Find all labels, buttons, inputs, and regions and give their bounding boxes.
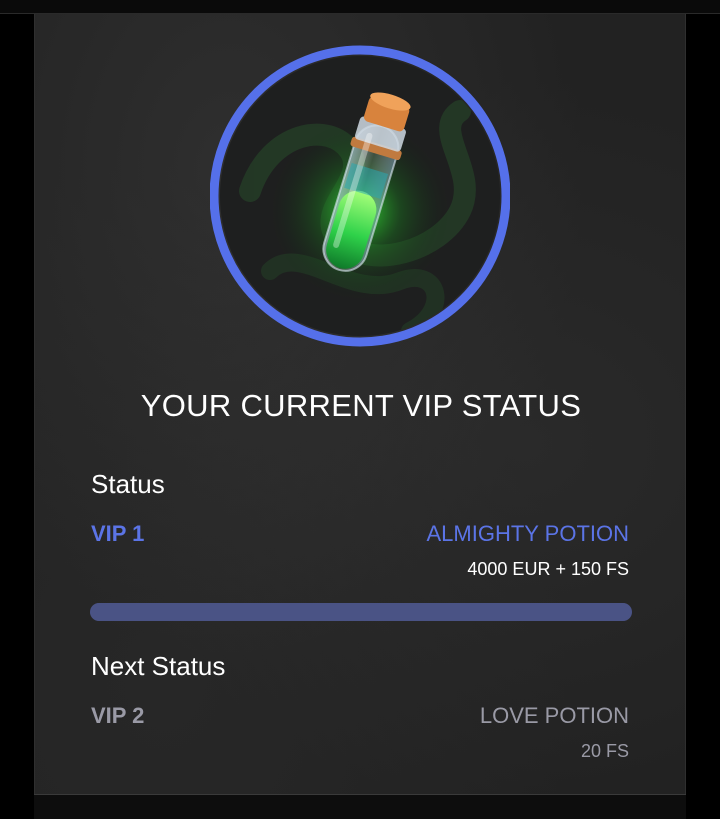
bottom-border-strip: [34, 795, 686, 819]
potion-bottle-icon: [210, 45, 510, 347]
top-border-strip: [0, 0, 720, 14]
current-vip-level: VIP 1: [91, 521, 145, 546]
current-reward-value: 4000 EUR + 150 FS: [467, 559, 629, 579]
page-title: YOUR CURRENT VIP STATUS: [140, 388, 582, 423]
next-reward-value: 20 FS: [580, 741, 629, 761]
current-reward-name: ALMIGHTY POTION: [426, 521, 629, 546]
current-status-label: Status: [91, 469, 165, 499]
next-reward-name: LOVE POTION: [479, 703, 629, 728]
next-vip-level: VIP 2: [91, 703, 145, 728]
vip-status-card: YOUR CURRENT VIP STATUS Status VIP 1 ALM…: [34, 14, 686, 794]
next-status-label: Next Status: [91, 651, 226, 681]
vip-progress-fill: [90, 603, 632, 621]
vip-progress-bar: [90, 603, 632, 621]
